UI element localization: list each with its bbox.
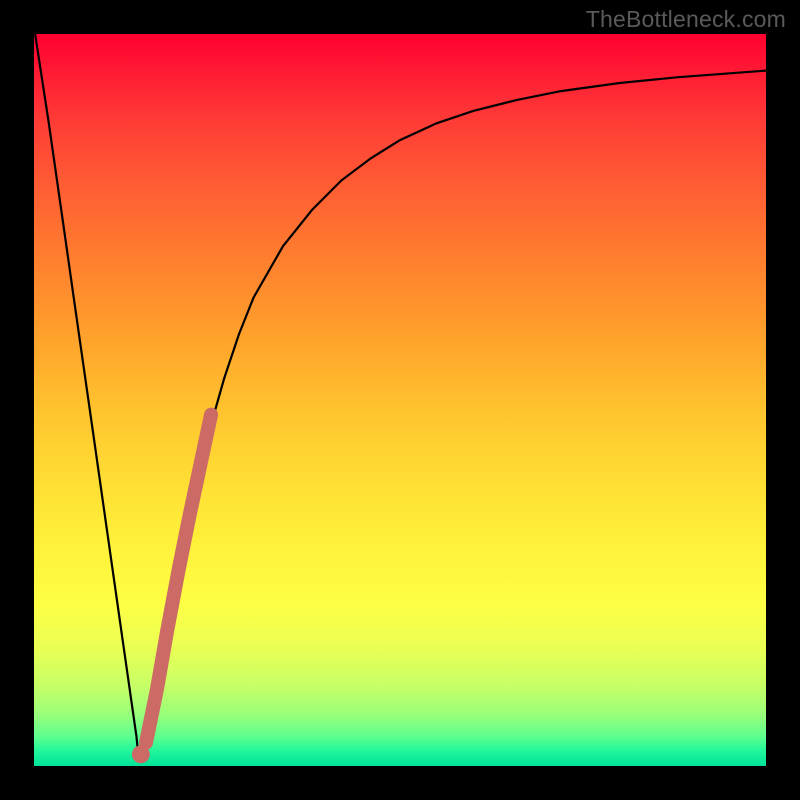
highlight-segment xyxy=(146,415,211,743)
highlight-dot xyxy=(132,745,150,763)
curve-group xyxy=(34,34,766,763)
chart-frame: TheBottleneck.com xyxy=(0,0,800,800)
watermark-text: TheBottleneck.com xyxy=(586,6,786,33)
bottleneck-curve xyxy=(34,34,766,759)
plot-area xyxy=(34,34,766,766)
chart-svg xyxy=(34,34,766,766)
